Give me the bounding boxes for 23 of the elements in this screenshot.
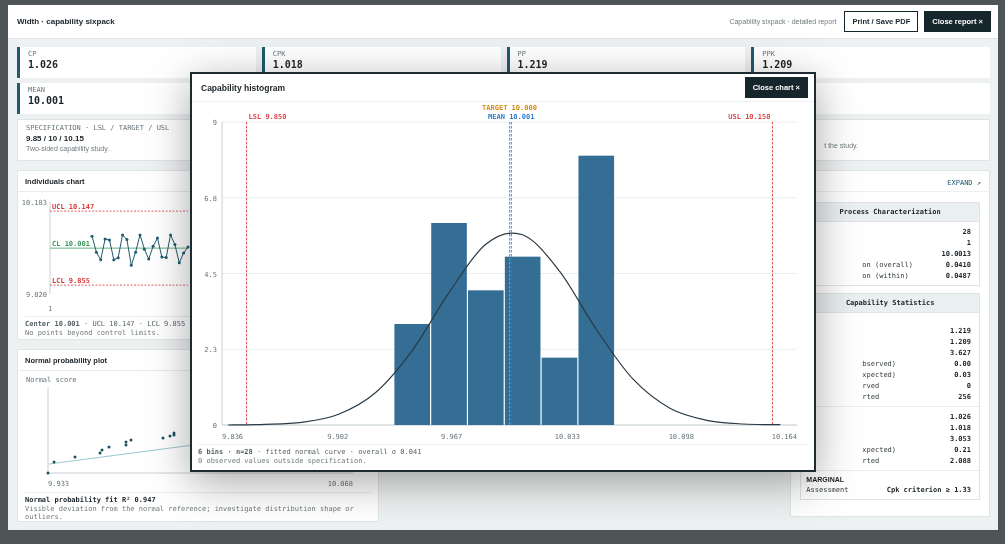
data-point (173, 243, 177, 247)
data-point (138, 233, 142, 237)
metric-value: 1.026 (28, 59, 59, 70)
data-point (186, 245, 190, 249)
data-point (94, 250, 98, 254)
data-point (177, 261, 181, 265)
data-point (151, 244, 155, 248)
metric-value: 1.018 (272, 59, 303, 70)
data-point (155, 236, 159, 240)
data-point (129, 263, 133, 267)
data-point (134, 250, 138, 254)
data-point (90, 234, 94, 238)
report-title: Width · capability sixpack (17, 17, 115, 26)
data-point (169, 233, 173, 237)
metric-value: 10.001 (28, 95, 65, 106)
metric-value: 1.209 (762, 59, 793, 70)
data-point (147, 257, 151, 261)
spec-value: 9.85 / 10 / 10.15 (26, 134, 84, 143)
data-point (99, 258, 103, 262)
data-point (142, 247, 146, 251)
dialog-title: Capability histogram (201, 82, 286, 93)
data-point (182, 251, 186, 255)
metric-value: 1.219 (517, 59, 548, 70)
